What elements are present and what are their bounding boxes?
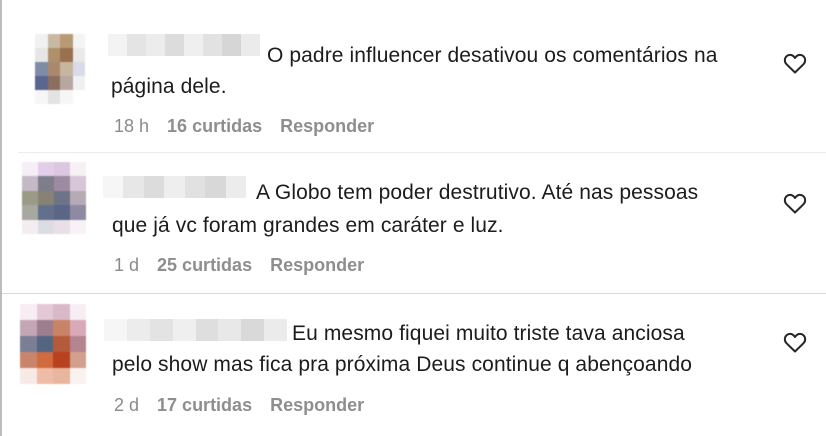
reply-button[interactable]: Responder xyxy=(280,116,374,137)
divider xyxy=(2,293,826,294)
timestamp: 1 d xyxy=(114,255,140,275)
comment-text-continued: página dele. xyxy=(111,75,227,98)
reply-button[interactable]: Responder xyxy=(270,395,364,416)
comment-text-continued: pelo show mas fica pra próxima Deus cont… xyxy=(112,353,693,376)
comment-text: A Globo tem poder destrutivo. Até nas pe… xyxy=(256,181,699,204)
comment-text: O padre influencer desativou os comentár… xyxy=(267,44,718,67)
comment-text-continued: que já vc foram grandes em caráter e luz… xyxy=(112,214,504,237)
heart-outline-icon[interactable] xyxy=(783,331,807,353)
username-blurred[interactable] xyxy=(108,30,260,60)
avatar[interactable] xyxy=(35,34,85,104)
left-border xyxy=(0,0,2,436)
comment-meta: 2 d 17 curtidas Responder xyxy=(114,395,364,416)
likes-count[interactable]: 17 curtidas xyxy=(157,395,252,416)
comment-text: Eu mesmo fiquei muito triste tava ancios… xyxy=(292,322,685,345)
reply-button[interactable]: Responder xyxy=(270,255,364,276)
heart-outline-icon[interactable] xyxy=(783,52,807,74)
comment-meta: 1 d 25 curtidas Responder xyxy=(114,255,364,276)
username-blurred[interactable] xyxy=(103,172,246,202)
likes-count[interactable]: 16 curtidas xyxy=(167,116,262,137)
username-blurred[interactable] xyxy=(104,315,287,345)
avatar[interactable] xyxy=(22,162,86,234)
avatar[interactable] xyxy=(20,304,86,384)
timestamp: 18 h xyxy=(114,116,150,136)
divider xyxy=(18,152,826,153)
heart-outline-icon[interactable] xyxy=(783,192,807,214)
comment-meta: 18 h 16 curtidas Responder xyxy=(114,116,374,137)
likes-count[interactable]: 25 curtidas xyxy=(157,255,252,276)
timestamp: 2 d xyxy=(114,395,140,415)
